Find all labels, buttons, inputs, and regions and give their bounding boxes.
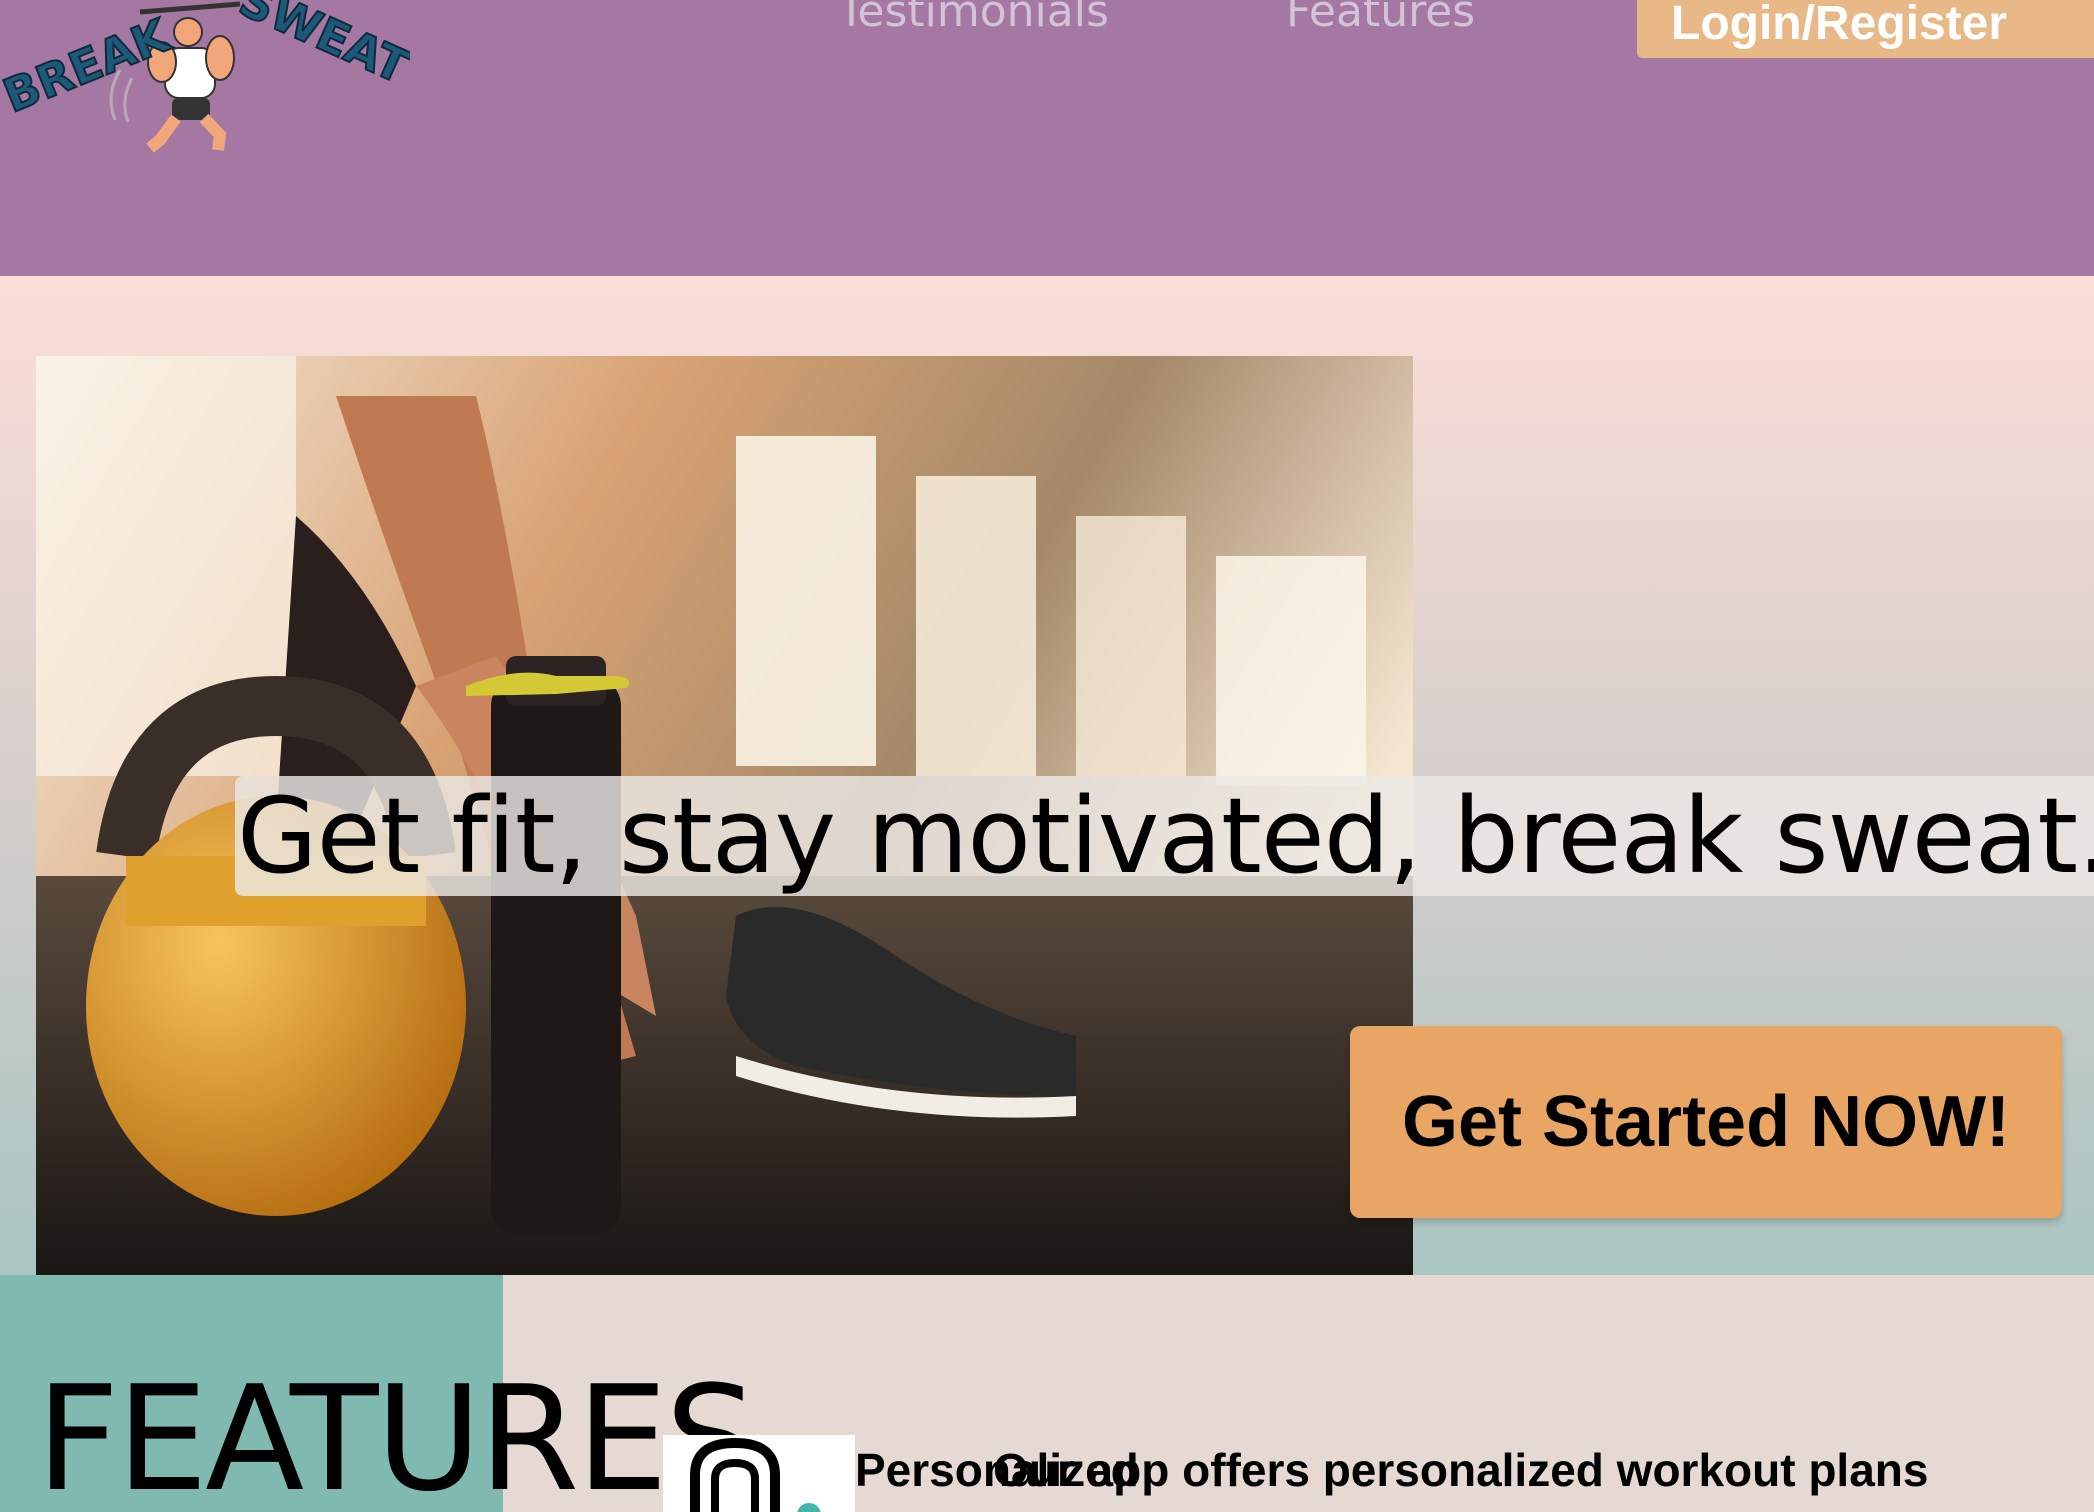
get-started-button[interactable]: Get Started NOW! — [1350, 1026, 2062, 1218]
break-sweat-logo[interactable]: BREAK SWEAT — [0, 0, 418, 160]
site-header: BREAK SWEAT Testimonials Features Login/… — [0, 0, 2094, 276]
login-register-button[interactable]: Login/Register — [1637, 0, 2094, 58]
feature-description: Our app offers personalized workout plan… — [993, 1444, 1929, 1496]
logo-text-break: BREAK — [0, 7, 179, 123]
kettlebell-icon — [663, 1435, 855, 1512]
nav-testimonials[interactable]: Testimonials — [838, 0, 1109, 37]
hero-tagline: Get fit, stay motivated, break sweat. — [235, 776, 2094, 896]
features-section: FEATURES Personalized Our app offers per… — [0, 1275, 2094, 1512]
nav-features[interactable]: Features — [1286, 0, 1475, 37]
logo-text-sweat: SWEAT — [232, 0, 410, 95]
hero-section: Get fit, stay motivated, break sweat. Ge… — [0, 276, 2094, 1275]
features-title: FEATURES — [36, 1355, 757, 1512]
